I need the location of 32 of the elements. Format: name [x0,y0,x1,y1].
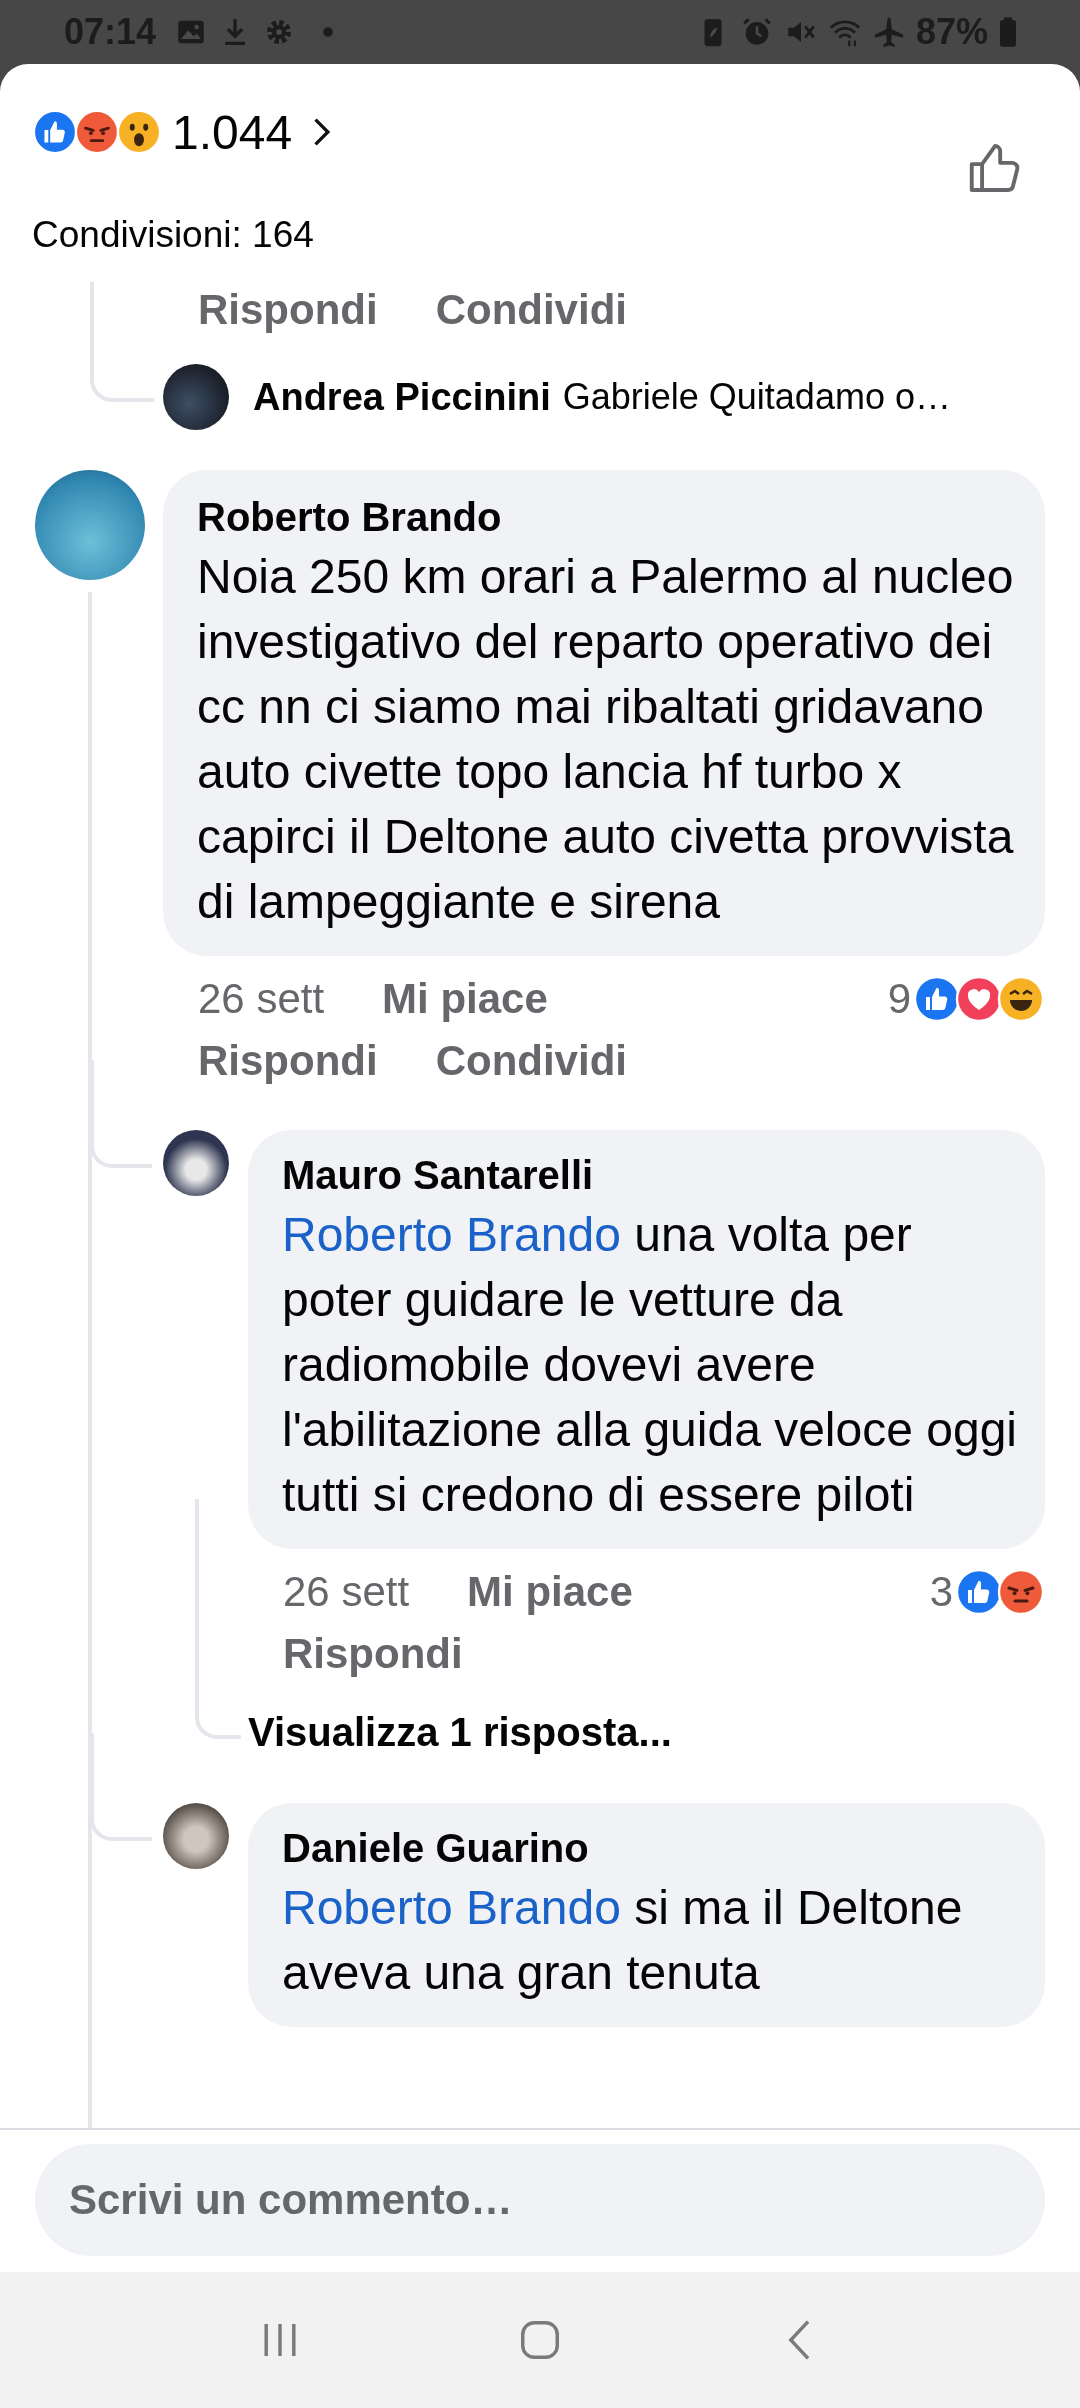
comment-author[interactable]: Roberto Brando [197,490,1025,544]
shares-count[interactable]: Condivisioni: 164 [32,214,314,256]
comment-action-link[interactable]: Condividi [435,286,627,334]
angry-face-icon [74,109,120,155]
reaction-count[interactable]: 3 [929,1568,953,1616]
like-link[interactable]: Mi piace [467,1568,633,1616]
comment-action-link[interactable]: Condividi [435,1037,627,1085]
comment-author[interactable]: Daniele Guarino [282,1821,1025,1875]
reaction-count[interactable]: 9 [887,975,911,1023]
surprised-face-icon [116,109,162,155]
comment-author[interactable]: Mauro Santarelli [282,1148,1025,1202]
mention-link[interactable]: Roberto Brando [282,1208,621,1261]
mention-link[interactable]: Roberto Brando [282,1881,621,1934]
comment-text: Roberto Brando una volta per poter guidare le vetture da radiomobile dovevi avere l'abilitazione alla guida veloce oggi tutti si credono di essere piloti [282,1207,1018,1523]
reply-preview[interactable]: Gabriele Quitadamo o… [562,376,951,418]
angry-face-icon [997,1568,1045,1616]
comment-time[interactable]: 26 sett [283,1568,410,1616]
comment-author[interactable]: Andrea Piccinini [253,375,551,419]
comment-action-link[interactable]: Rispondi [198,1037,378,1085]
comment-action-link[interactable]: Rispondi [198,286,378,334]
comment-time[interactable]: 26 sett [198,975,325,1023]
battery-icon [998,16,1018,48]
comment-text: Noia 250 km orari a Palermo al nucleo investigativo del reparto operativo dei cc nn ci siamo mai ribaltati gridavano auto civette topo lancia hf turbo x capirci il Deltone auto civetta provvista di lampeggiante e sirena [197,549,1015,930]
comment-input-field[interactable]: Scrivi un commento… [35,2144,1045,2256]
laughing-face-icon [997,975,1045,1023]
comment-action-link[interactable]: Rispondi [283,1630,463,1678]
view-replies-link[interactable]: Visualizza 1 risposta... [248,1709,672,1755]
notification-dot-icon [322,26,335,38]
like-link[interactable]: Mi piace [382,975,548,1023]
comment-text: Roberto Brando si ma il Deltone aveva una gran tenuta [282,1880,964,2001]
reaction-count[interactable]: 1.044 [172,104,293,160]
like-reaction-icon [32,109,78,155]
